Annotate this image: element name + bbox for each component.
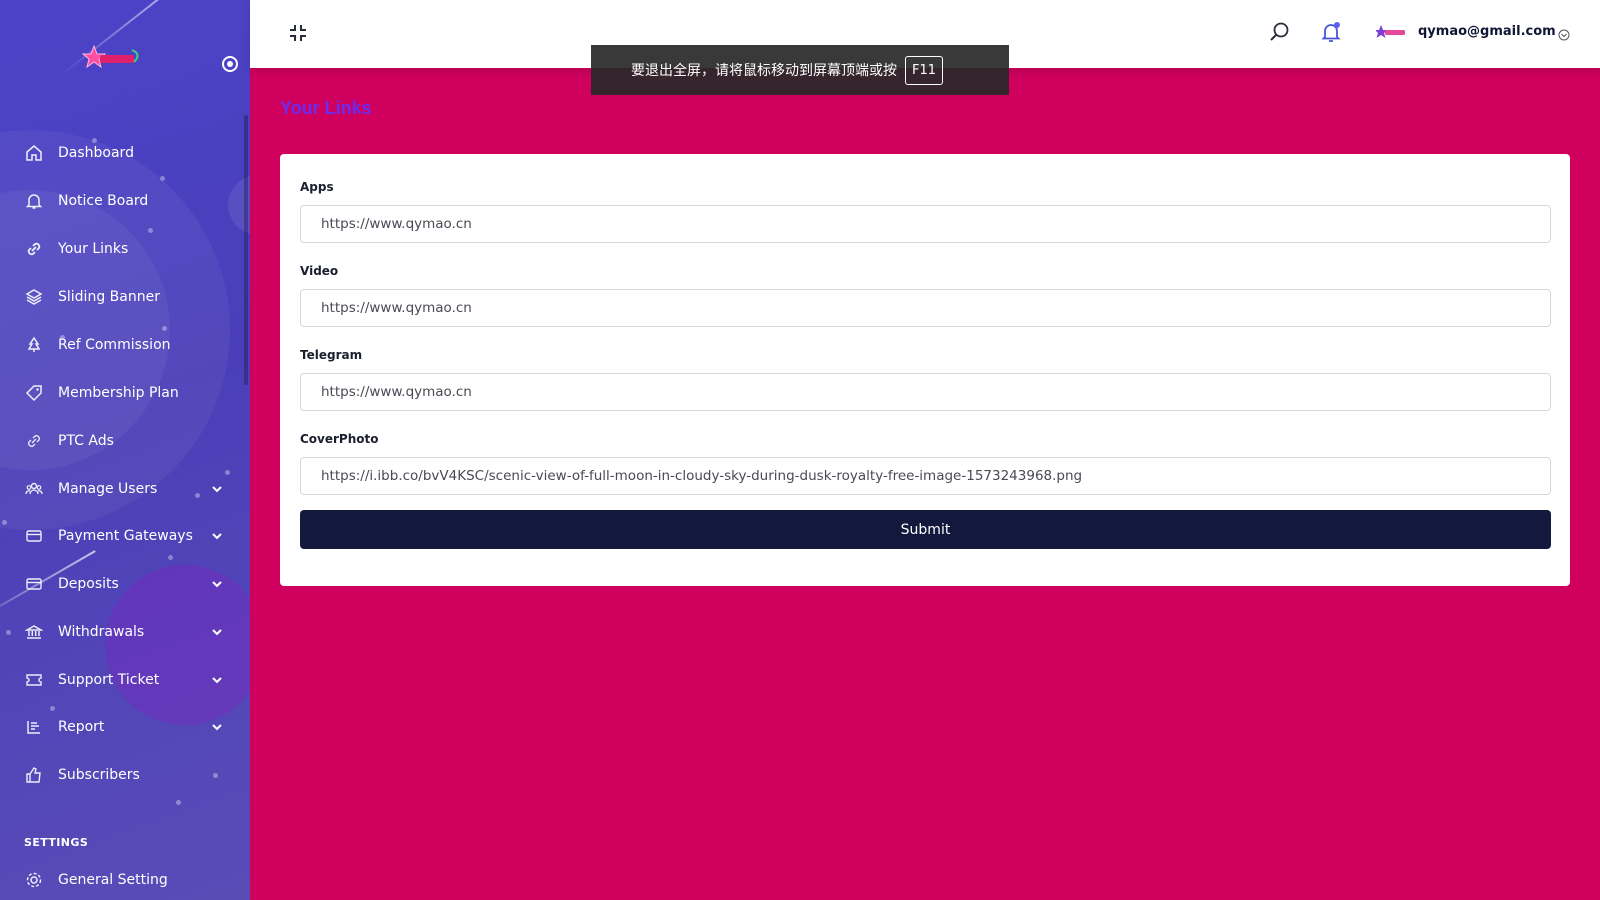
list-icon [24,717,44,737]
sidebar-item-label: Membership Plan [58,385,179,401]
video-input[interactable] [300,289,1551,327]
toast-key: F11 [905,55,944,85]
sidebar-item-label: Payment Gateways [58,528,193,544]
chevron-down-icon [210,720,224,734]
sidebar-item-label: Your Links [58,241,129,257]
page-title: Your Links [280,98,372,118]
sidebar-item-label: Dashboard [58,145,134,161]
sidebar-item-label: Support Ticket [58,672,160,688]
user-email[interactable]: qymao@gmail.com [1418,24,1556,39]
chevron-down-icon [210,673,224,687]
home-icon [24,143,44,163]
chevron-down-icon[interactable] [1558,26,1570,41]
layers-icon [24,287,44,307]
sidebar-item-ref-commission[interactable]: Ref Commission [0,327,244,363]
sidebar-item-label: Notice Board [58,193,149,209]
apps-input[interactable] [300,205,1551,243]
chain-icon [24,431,44,451]
tag-icon [24,383,44,403]
sidebar-item-sliding-banner[interactable]: Sliding Banner [0,279,244,315]
card-icon [24,526,44,546]
chevron-down-icon [210,577,224,591]
chevron-down-icon [210,625,224,639]
search-icon[interactable] [1268,21,1290,43]
sidebar-collapse-button[interactable] [222,56,238,72]
sidebar-item-label: Manage Users [58,481,158,497]
bell-icon [24,191,44,211]
star-dot [160,176,165,181]
fullscreen-exit-toast: 要退出全屏，请将鼠标移动到屏幕顶端或按 F11 [591,45,1009,95]
sidebar-item-withdrawals[interactable]: Withdrawals [0,614,244,650]
ticket-icon [24,670,44,690]
sidebar-item-deposits[interactable]: Deposits [0,566,244,602]
sidebar-item-report[interactable]: Report [0,709,244,745]
bank-icon [24,622,44,642]
sidebar-item-subscribers[interactable]: Subscribers [0,757,244,793]
submit-button[interactable]: Submit [300,510,1551,549]
bell-icon[interactable] [1320,21,1342,43]
gear-icon [24,870,44,890]
sidebar-item-manage-users[interactable]: Manage Users [0,471,244,507]
users-icon [24,479,44,499]
avatar-icon[interactable] [1375,24,1408,40]
sidebar-scrollbar[interactable] [244,115,248,385]
telegram-label: Telegram [300,348,363,362]
star-dot [168,555,173,560]
sidebar-item-label: PTC Ads [58,433,114,449]
link-icon [24,239,44,259]
star-logo-icon[interactable] [81,44,146,72]
sidebar-item-general-setting[interactable]: General Setting [0,862,244,898]
sidebar-item-support-ticket[interactable]: Support Ticket [0,662,244,698]
tree-icon [24,335,44,355]
thumbs-up-icon [24,765,44,785]
sidebar-item-label: Ref Commission [58,337,171,353]
links-form-card: Apps Video Telegram CoverPhoto Submit [280,154,1570,586]
sidebar-item-label: Deposits [58,576,119,592]
settings-section-title: SETTINGS [24,836,89,849]
toast-message: 要退出全屏，请将鼠标移动到屏幕顶端或按 [631,63,897,79]
card-icon [24,574,44,594]
sidebar-item-dashboard[interactable]: Dashboard [0,135,244,171]
exit-fullscreen-icon[interactable] [288,23,308,43]
apps-label: Apps [300,180,334,194]
star-dot [176,800,181,805]
cover-photo-input[interactable] [300,457,1551,495]
sidebar-item-label: Sliding Banner [58,289,160,305]
cover-photo-label: CoverPhoto [300,432,379,446]
sidebar: Dashboard Notice Board Your Links Slidin… [0,0,250,900]
sidebar-item-membership-plan[interactable]: Membership Plan [0,375,244,411]
telegram-input[interactable] [300,373,1551,411]
sidebar-item-label: Subscribers [58,767,140,783]
sidebar-item-label: Report [58,719,105,735]
sidebar-item-ptc-ads[interactable]: PTC Ads [0,423,244,459]
sidebar-item-notice-board[interactable]: Notice Board [0,183,244,219]
video-label: Video [300,264,339,278]
chevron-down-icon [210,529,224,543]
sidebar-item-payment-gateways[interactable]: Payment Gateways [0,518,244,554]
sidebar-item-your-links[interactable]: Your Links [0,231,244,267]
sidebar-item-label: Withdrawals [58,624,145,640]
sidebar-item-label: General Setting [58,872,168,888]
chevron-down-icon [210,482,224,496]
